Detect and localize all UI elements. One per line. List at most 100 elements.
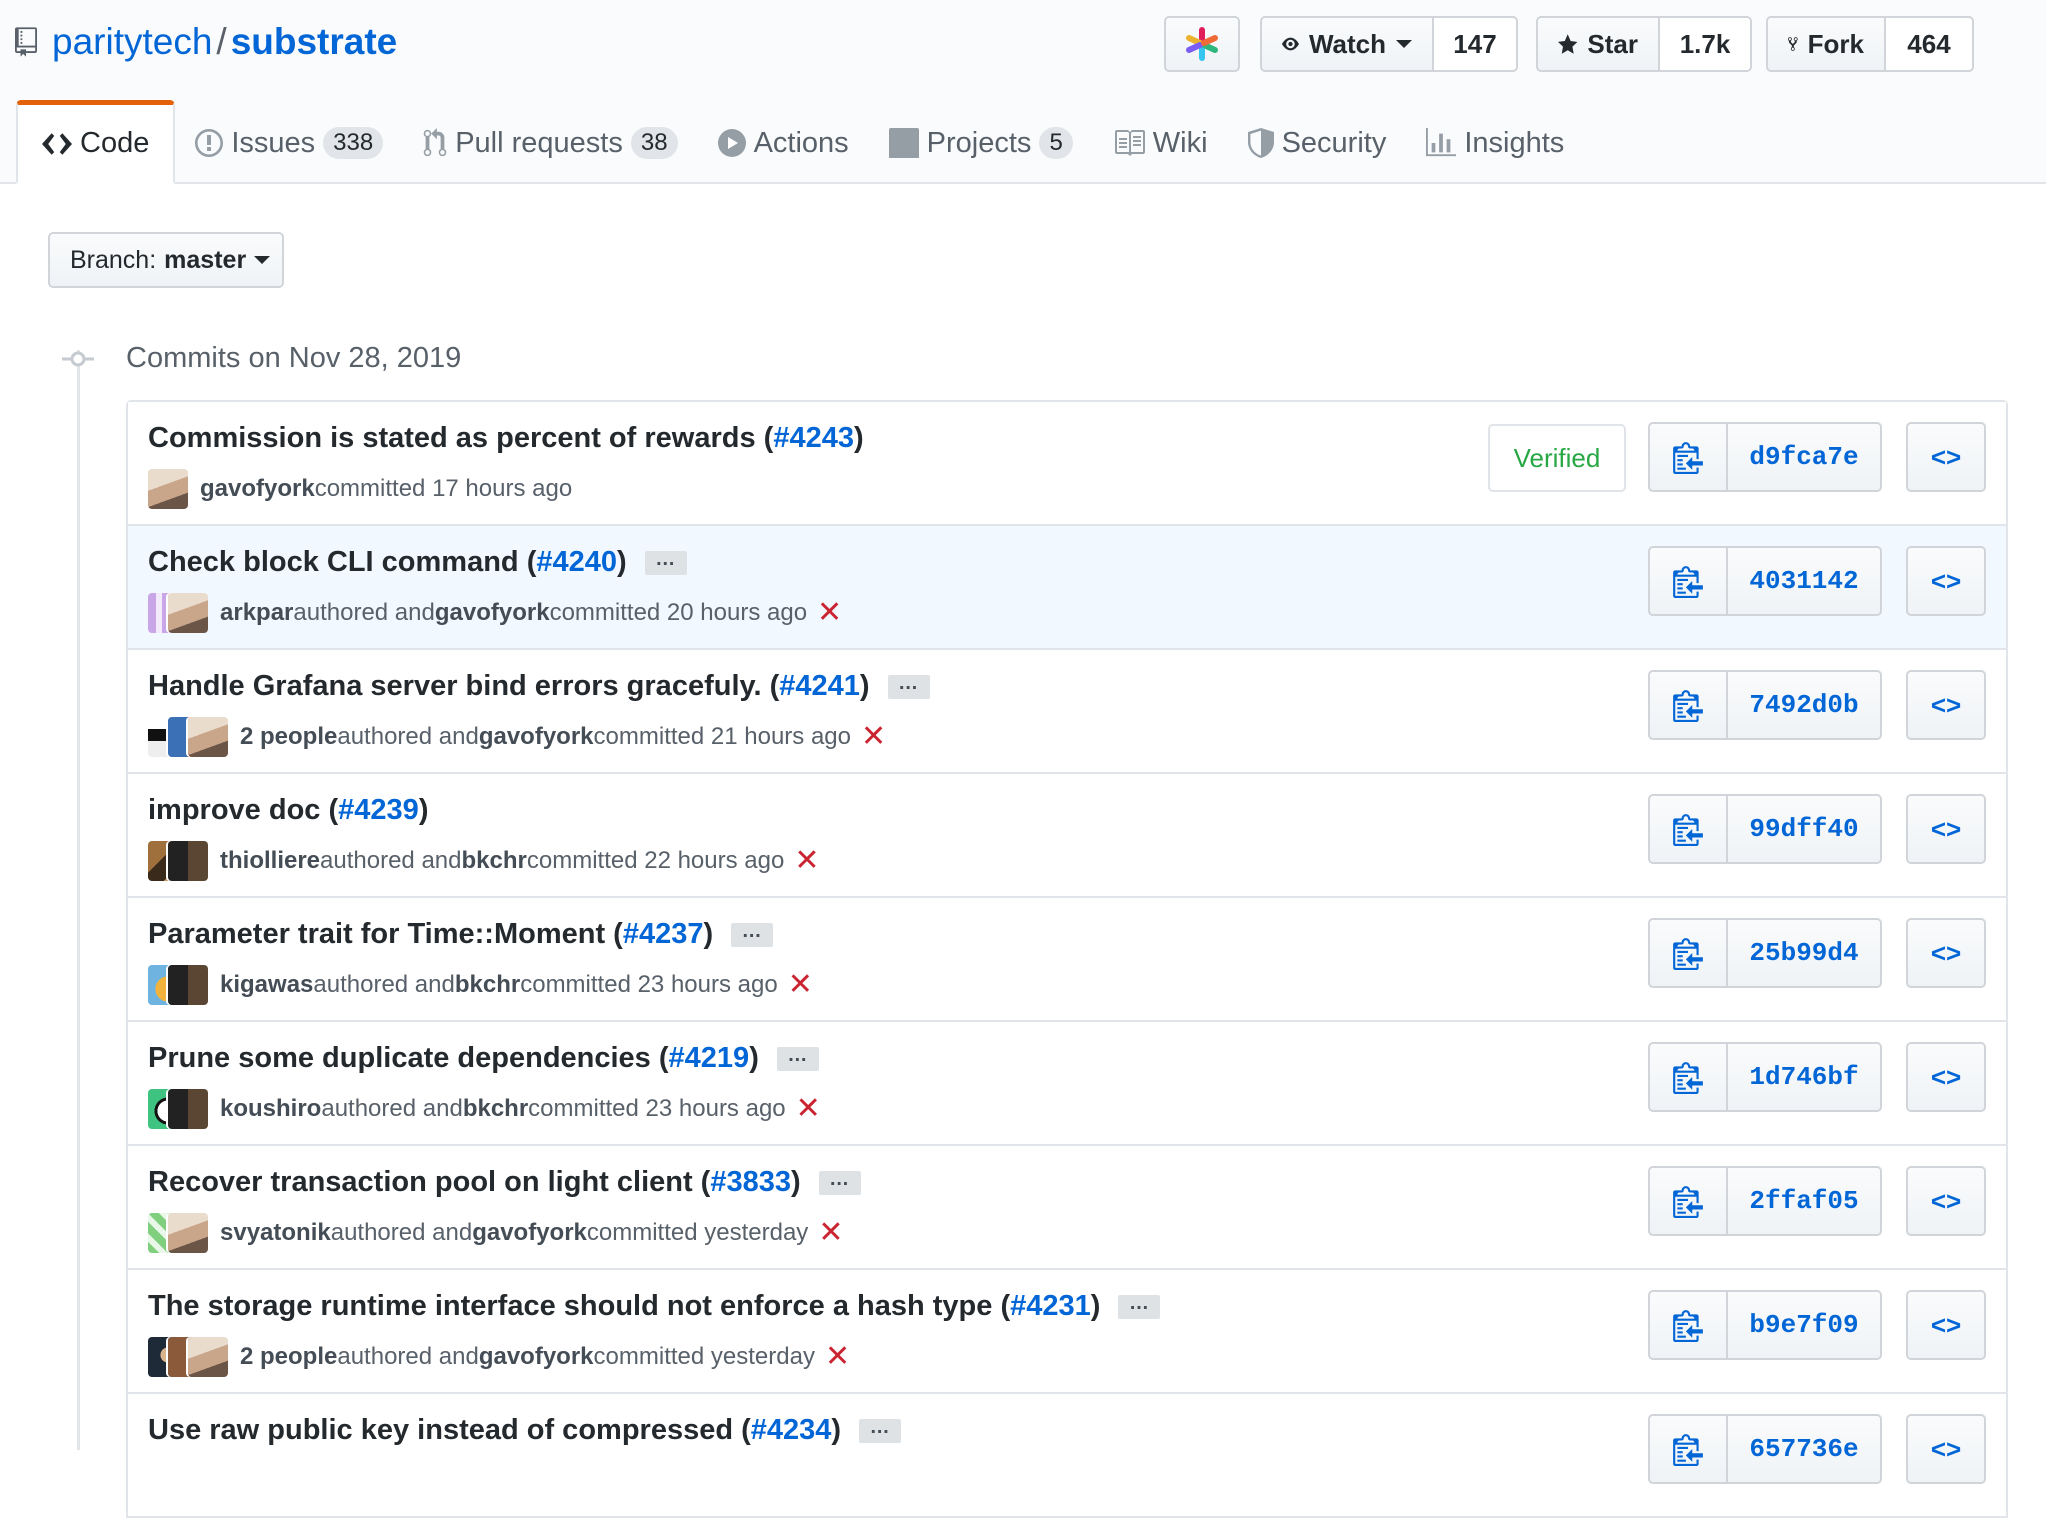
avatar[interactable]: [148, 469, 188, 509]
verified-badge[interactable]: Verified: [1488, 424, 1626, 492]
copy-sha-button[interactable]: [1648, 1290, 1728, 1360]
committer-link[interactable]: gavofyork: [435, 599, 550, 627]
copy-sha-button[interactable]: [1648, 546, 1728, 616]
copy-sha-button[interactable]: [1648, 422, 1728, 492]
browse-repo-button[interactable]: <>: [1906, 546, 1986, 616]
branch-select-button[interactable]: Branch: master: [48, 232, 284, 288]
tab-security[interactable]: Security: [1228, 102, 1407, 184]
copy-sha-button[interactable]: [1648, 1414, 1728, 1484]
expand-message-button[interactable]: …: [731, 921, 774, 947]
browse-repo-button[interactable]: <>: [1906, 1414, 1986, 1484]
ci-failed-icon[interactable]: ✕: [796, 1094, 821, 1124]
avatar[interactable]: [168, 593, 208, 633]
commit-title[interactable]: improve doc (#4239): [148, 794, 428, 827]
pr-link[interactable]: #4219: [669, 1042, 750, 1075]
watch-count[interactable]: 147: [1434, 16, 1518, 72]
pr-link[interactable]: #4243: [773, 422, 854, 455]
pr-link[interactable]: #4240: [536, 546, 617, 579]
commit-title[interactable]: The storage runtime interface should not…: [148, 1290, 1161, 1323]
author-link[interactable]: svyatonik: [220, 1219, 331, 1247]
expand-message-button[interactable]: …: [859, 1417, 902, 1443]
author-link[interactable]: thiolliere: [220, 847, 320, 875]
expand-message-button[interactable]: …: [776, 1045, 819, 1071]
copy-sha-button[interactable]: [1648, 1166, 1728, 1236]
browse-repo-button[interactable]: <>: [1906, 422, 1986, 492]
commit-sha-link[interactable]: 1d746bf: [1728, 1042, 1882, 1112]
browse-repo-button[interactable]: <>: [1906, 670, 1986, 740]
author-link[interactable]: arkpar: [220, 599, 293, 627]
committer-link[interactable]: bkchr: [455, 971, 520, 999]
fork-count[interactable]: 464: [1886, 16, 1974, 72]
commit-sha-link[interactable]: 657736e: [1728, 1414, 1882, 1484]
commit-title[interactable]: Recover transaction pool on light client…: [148, 1166, 861, 1199]
commit-sha-link[interactable]: 4031142: [1728, 546, 1882, 616]
star-button[interactable]: Star: [1536, 16, 1660, 72]
tab-actions[interactable]: Actions: [698, 102, 869, 184]
browse-repo-button[interactable]: <>: [1906, 1042, 1986, 1112]
commit-title[interactable]: Check block CLI command (#4240)…: [148, 546, 687, 579]
app-integration-button[interactable]: [1164, 16, 1240, 72]
avatar[interactable]: [168, 1213, 208, 1253]
tab-pull-requests[interactable]: Pull requests 38: [403, 102, 697, 184]
ci-failed-icon[interactable]: ✕: [861, 722, 886, 752]
avatar[interactable]: [188, 717, 228, 757]
committer-link[interactable]: gavofyork: [479, 723, 594, 751]
author-link[interactable]: kigawas: [220, 971, 313, 999]
copy-sha-button[interactable]: [1648, 794, 1728, 864]
committer-link[interactable]: bkchr: [462, 847, 527, 875]
pr-link[interactable]: #4241: [779, 670, 860, 703]
pr-link[interactable]: #3833: [710, 1166, 791, 1199]
avatar[interactable]: [188, 1337, 228, 1377]
avatar[interactable]: [168, 841, 208, 881]
commit-title[interactable]: Commission is stated as percent of rewar…: [148, 422, 864, 455]
tab-code[interactable]: Code: [16, 100, 176, 184]
pr-link[interactable]: #4231: [1010, 1290, 1091, 1323]
repo-name-link[interactable]: substrate: [231, 21, 398, 62]
commit-sha-link[interactable]: 2ffaf05: [1728, 1166, 1882, 1236]
commit-title[interactable]: Parameter trait for Time::Moment (#4237)…: [148, 918, 774, 951]
author-link[interactable]: 2 people: [240, 723, 337, 751]
ci-failed-icon[interactable]: ✕: [818, 1218, 843, 1248]
commit-title[interactable]: Handle Grafana server bind errors gracef…: [148, 670, 930, 703]
tab-issues[interactable]: Issues 338: [175, 102, 403, 184]
author-link[interactable]: 2 people: [240, 1343, 337, 1371]
commit-title[interactable]: Prune some duplicate dependencies (#4219…: [148, 1042, 819, 1075]
commit-title[interactable]: Use raw public key instead of compressed…: [148, 1414, 902, 1447]
avatar[interactable]: [168, 1089, 208, 1129]
ci-failed-icon[interactable]: ✕: [817, 598, 842, 628]
copy-sha-button[interactable]: [1648, 670, 1728, 740]
browse-repo-button[interactable]: <>: [1906, 794, 1986, 864]
commit-sha-link[interactable]: b9e7f09: [1728, 1290, 1882, 1360]
author-link[interactable]: koushiro: [220, 1095, 321, 1123]
expand-message-button[interactable]: …: [818, 1169, 861, 1195]
browse-repo-button[interactable]: <>: [1906, 1166, 1986, 1236]
ci-failed-icon[interactable]: ✕: [788, 970, 813, 1000]
pr-link[interactable]: #4237: [623, 918, 704, 951]
copy-sha-button[interactable]: [1648, 1042, 1728, 1112]
commit-sha-link[interactable]: 25b99d4: [1728, 918, 1882, 988]
commit-sha-link[interactable]: 99dff40: [1728, 794, 1882, 864]
browse-repo-button[interactable]: <>: [1906, 918, 1986, 988]
commit-sha-link[interactable]: 7492d0b: [1728, 670, 1882, 740]
avatar[interactable]: [168, 965, 208, 1005]
tab-wiki[interactable]: Wiki: [1093, 102, 1228, 184]
pr-link[interactable]: #4239: [338, 794, 419, 827]
browse-repo-button[interactable]: <>: [1906, 1290, 1986, 1360]
fork-button[interactable]: Fork: [1766, 16, 1886, 72]
watch-button[interactable]: Watch: [1260, 16, 1434, 72]
ci-failed-icon[interactable]: ✕: [825, 1342, 850, 1372]
ci-failed-icon[interactable]: ✕: [794, 846, 819, 876]
tab-projects[interactable]: Projects 5: [869, 102, 1093, 184]
committer-link[interactable]: bkchr: [463, 1095, 528, 1123]
star-count[interactable]: 1.7k: [1660, 16, 1752, 72]
pr-link[interactable]: #4234: [751, 1414, 832, 1447]
tab-insights[interactable]: Insights: [1406, 102, 1584, 184]
author-link[interactable]: gavofyork: [200, 475, 315, 503]
committer-link[interactable]: gavofyork: [479, 1343, 594, 1371]
expand-message-button[interactable]: …: [887, 673, 930, 699]
expand-message-button[interactable]: …: [1118, 1293, 1161, 1319]
repo-owner-link[interactable]: paritytech: [52, 21, 212, 62]
committer-link[interactable]: gavofyork: [472, 1219, 587, 1247]
copy-sha-button[interactable]: [1648, 918, 1728, 988]
commit-sha-link[interactable]: d9fca7e: [1728, 422, 1882, 492]
